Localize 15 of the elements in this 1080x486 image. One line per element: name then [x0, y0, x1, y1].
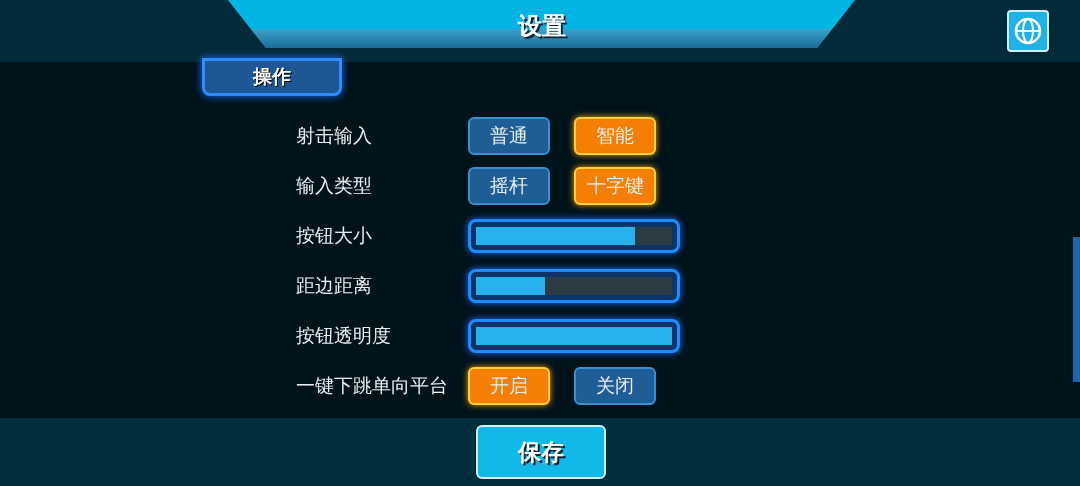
setting-label: 距边距离: [296, 273, 372, 298]
setting-label: 按钮透明度: [296, 323, 391, 348]
slider-track[interactable]: [468, 319, 680, 353]
scrollbar[interactable]: [1073, 237, 1080, 382]
window-title: 设置: [517, 11, 566, 42]
slider-track[interactable]: [468, 219, 680, 253]
setting-label: 一键下跳单向平台: [296, 373, 448, 398]
setting-label: 射击输入: [296, 123, 372, 148]
option-button[interactable]: 关闭: [574, 367, 656, 405]
slider-track[interactable]: [468, 269, 680, 303]
section-tab[interactable]: 操作: [202, 58, 342, 96]
option-button[interactable]: 摇杆: [468, 167, 550, 205]
setting-label: 输入类型: [296, 173, 372, 198]
option-button[interactable]: 普通: [468, 117, 550, 155]
setting-label: 按钮大小: [296, 223, 372, 248]
